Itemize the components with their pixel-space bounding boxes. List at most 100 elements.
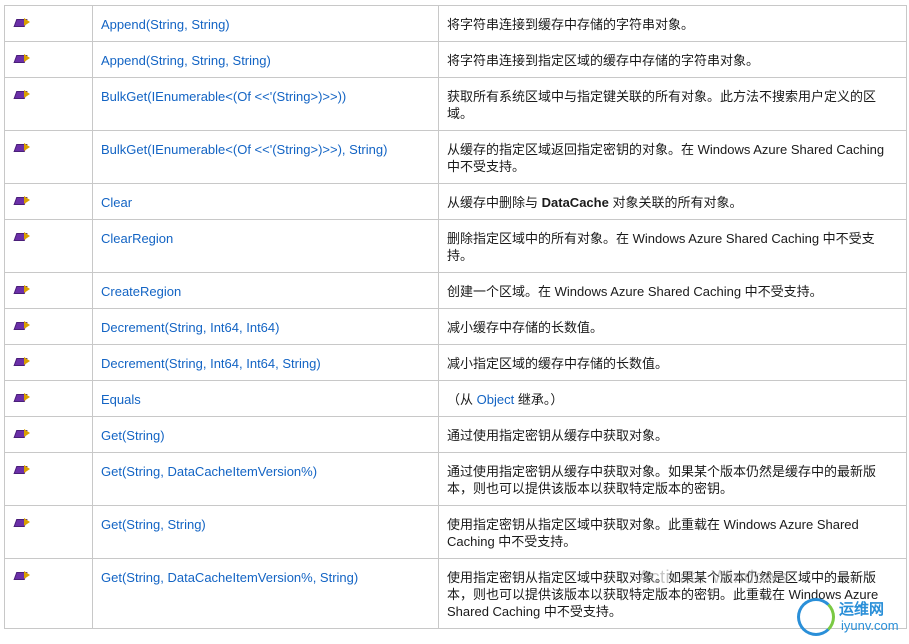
- member-row: Decrement(String, Int64, Int64) 减小缓存中存储的长…: [4, 308, 907, 345]
- member-description: 通过使用指定密钥从缓存中获取对象。: [447, 428, 669, 443]
- member-description-cell: 将字符串连接到缓存中存储的字符串对象。: [438, 5, 907, 42]
- member-description: 使用指定密钥从指定区域中获取对象。此重载在 Windows Azure Shar…: [447, 517, 859, 549]
- member-row: BulkGet(IEnumerable<(Of <<'(String>)>>),…: [4, 130, 907, 184]
- member-description-prefix: 从缓存中删除与: [447, 195, 542, 210]
- member-description: 将字符串连接到指定区域的缓存中存储的字符串对象。: [447, 53, 760, 68]
- public-method-icon: [13, 355, 31, 367]
- member-row: Get(String) 通过使用指定密钥从缓存中获取对象。: [4, 416, 907, 453]
- member-description-cell: 减小缓存中存储的长数值。: [438, 308, 907, 345]
- member-name-link[interactable]: CreateRegion: [101, 284, 181, 299]
- member-name-cell: Append(String, String, String): [92, 41, 439, 78]
- public-method-icon: [13, 463, 31, 475]
- public-method-icon: [13, 141, 31, 153]
- member-description-cell: 从缓存的指定区域返回指定密钥的对象。在 Windows Azure Shared…: [438, 130, 907, 184]
- member-icon-cell: [4, 380, 93, 417]
- member-description: 从缓存的指定区域返回指定密钥的对象。在 Windows Azure Shared…: [447, 142, 885, 174]
- member-description-class-name: DataCache: [541, 195, 609, 210]
- member-name-link[interactable]: Get(String): [101, 428, 165, 443]
- member-name-link[interactable]: Clear: [101, 195, 132, 210]
- member-name-cell: Clear: [92, 183, 439, 220]
- members-table-body: Append(String, String) 将字符串连接到缓存中存储的字符串对象…: [4, 5, 907, 629]
- member-row: Equals （从 Object 继承。）: [4, 380, 907, 417]
- member-icon-cell: [4, 505, 93, 559]
- member-description-suffix: 继承。）: [514, 392, 564, 407]
- member-name-link[interactable]: ClearRegion: [101, 231, 173, 246]
- member-name-link[interactable]: Append(String, String, String): [101, 53, 271, 68]
- logo-text-secondary: iyunv.com: [841, 618, 899, 633]
- member-icon-cell: [4, 219, 93, 273]
- member-icon-cell: [4, 558, 93, 629]
- public-method-icon: [13, 283, 31, 295]
- member-description-cell: 从缓存中删除与 DataCache 对象关联的所有对象。: [438, 183, 907, 220]
- member-name-link[interactable]: Get(String, String): [101, 517, 206, 532]
- public-method-icon: [13, 427, 31, 439]
- member-name-link[interactable]: Decrement(String, Int64, Int64, String): [101, 356, 321, 371]
- member-description-cell: 创建一个区域。在 Windows Azure Shared Caching 中不…: [438, 272, 907, 309]
- member-row: Append(String, String) 将字符串连接到缓存中存储的字符串对象…: [4, 5, 907, 42]
- public-method-icon: [13, 194, 31, 206]
- public-method-icon: [13, 88, 31, 100]
- member-name-cell: Get(String): [92, 416, 439, 453]
- inherited-from-link[interactable]: Object: [477, 392, 515, 407]
- member-description: 通过使用指定密钥从缓存中获取对象。如果某个版本仍然是缓存中的最新版本，则也可以提…: [447, 464, 877, 496]
- member-name-cell: Get(String, DataCacheItemVersion%): [92, 452, 439, 506]
- member-row: Get(String, DataCacheItemVersion%) 通过使用指定…: [4, 452, 907, 506]
- member-description: 减小指定区域的缓存中存储的长数值。: [447, 356, 669, 371]
- public-method-icon: [13, 52, 31, 64]
- member-description: 将字符串连接到缓存中存储的字符串对象。: [447, 17, 695, 32]
- member-row: BulkGet(IEnumerable<(Of <<'(String>)>>))…: [4, 77, 907, 131]
- public-method-icon: [13, 230, 31, 242]
- member-description-cell: 删除指定区域中的所有对象。在 Windows Azure Shared Cach…: [438, 219, 907, 273]
- member-description-cell: 减小指定区域的缓存中存储的长数值。: [438, 344, 907, 381]
- member-name-cell: Decrement(String, Int64, Int64, String): [92, 344, 439, 381]
- member-description-cell: 获取所有系统区域中与指定键关联的所有对象。此方法不搜索用户定义的区域。: [438, 77, 907, 131]
- member-icon-cell: [4, 452, 93, 506]
- member-description: 获取所有系统区域中与指定键关联的所有对象。此方法不搜索用户定义的区域。: [447, 89, 877, 121]
- public-method-icon: [13, 16, 31, 28]
- logo-ring-icon: [797, 598, 835, 636]
- member-name-link[interactable]: Get(String, DataCacheItemVersion%, Strin…: [101, 570, 358, 585]
- member-name-cell: ClearRegion: [92, 219, 439, 273]
- member-icon-cell: [4, 5, 93, 42]
- member-description: 创建一个区域。在 Windows Azure Shared Caching 中不…: [447, 284, 823, 299]
- member-name-cell: BulkGet(IEnumerable<(Of <<'(String>)>>)): [92, 77, 439, 131]
- member-row: ClearRegion 删除指定区域中的所有对象。在 Windows Azure …: [4, 219, 907, 273]
- member-icon-cell: [4, 308, 93, 345]
- member-name-link[interactable]: BulkGet(IEnumerable<(Of <<'(String>)>>)): [101, 89, 346, 104]
- member-row: Append(String, String, String) 将字符串连接到指定区…: [4, 41, 907, 78]
- site-logo: 运维网 iyunv.com: [793, 596, 903, 640]
- member-icon-cell: [4, 130, 93, 184]
- member-name-link[interactable]: Append(String, String): [101, 17, 230, 32]
- member-description: 减小缓存中存储的长数值。: [447, 320, 604, 335]
- member-description-suffix: 对象关联的所有对象。: [608, 195, 743, 210]
- member-name-link[interactable]: BulkGet(IEnumerable<(Of <<'(String>)>>),…: [101, 142, 387, 157]
- member-icon-cell: [4, 41, 93, 78]
- member-description-prefix: （从: [447, 392, 477, 407]
- member-row: Get(String, String) 使用指定密钥从指定区域中获取对象。此重载在…: [4, 505, 907, 559]
- member-name-cell: Decrement(String, Int64, Int64): [92, 308, 439, 345]
- member-description-cell: 通过使用指定密钥从缓存中获取对象。如果某个版本仍然是缓存中的最新版本，则也可以提…: [438, 452, 907, 506]
- member-name-cell: Get(String, DataCacheItemVersion%, Strin…: [92, 558, 439, 629]
- member-description-cell: 将字符串连接到指定区域的缓存中存储的字符串对象。: [438, 41, 907, 78]
- member-description: 删除指定区域中的所有对象。在 Windows Azure Shared Cach…: [447, 231, 875, 263]
- member-name-link[interactable]: Decrement(String, Int64, Int64): [101, 320, 279, 335]
- public-method-icon: [13, 319, 31, 331]
- member-name-cell: BulkGet(IEnumerable<(Of <<'(String>)>>),…: [92, 130, 439, 184]
- public-method-icon: [13, 516, 31, 528]
- member-description-cell: （从 Object 继承。）: [438, 380, 907, 417]
- member-name-link[interactable]: Get(String, DataCacheItemVersion%): [101, 464, 317, 479]
- member-name-cell: Equals: [92, 380, 439, 417]
- member-name-cell: Append(String, String): [92, 5, 439, 42]
- members-table: Append(String, String) 将字符串连接到缓存中存储的字符串对象…: [4, 5, 907, 629]
- public-method-icon: [13, 569, 31, 581]
- member-icon-cell: [4, 77, 93, 131]
- activation-watermark: Activate Windows: [638, 567, 789, 587]
- member-name-cell: Get(String, String): [92, 505, 439, 559]
- member-row: CreateRegion 创建一个区域。在 Windows Azure Share…: [4, 272, 907, 309]
- member-icon-cell: [4, 344, 93, 381]
- public-method-icon: [13, 391, 31, 403]
- member-row: Clear 从缓存中删除与 DataCache 对象关联的所有对象。: [4, 183, 907, 220]
- member-name-link[interactable]: Equals: [101, 392, 141, 407]
- member-name-cell: CreateRegion: [92, 272, 439, 309]
- member-icon-cell: [4, 272, 93, 309]
